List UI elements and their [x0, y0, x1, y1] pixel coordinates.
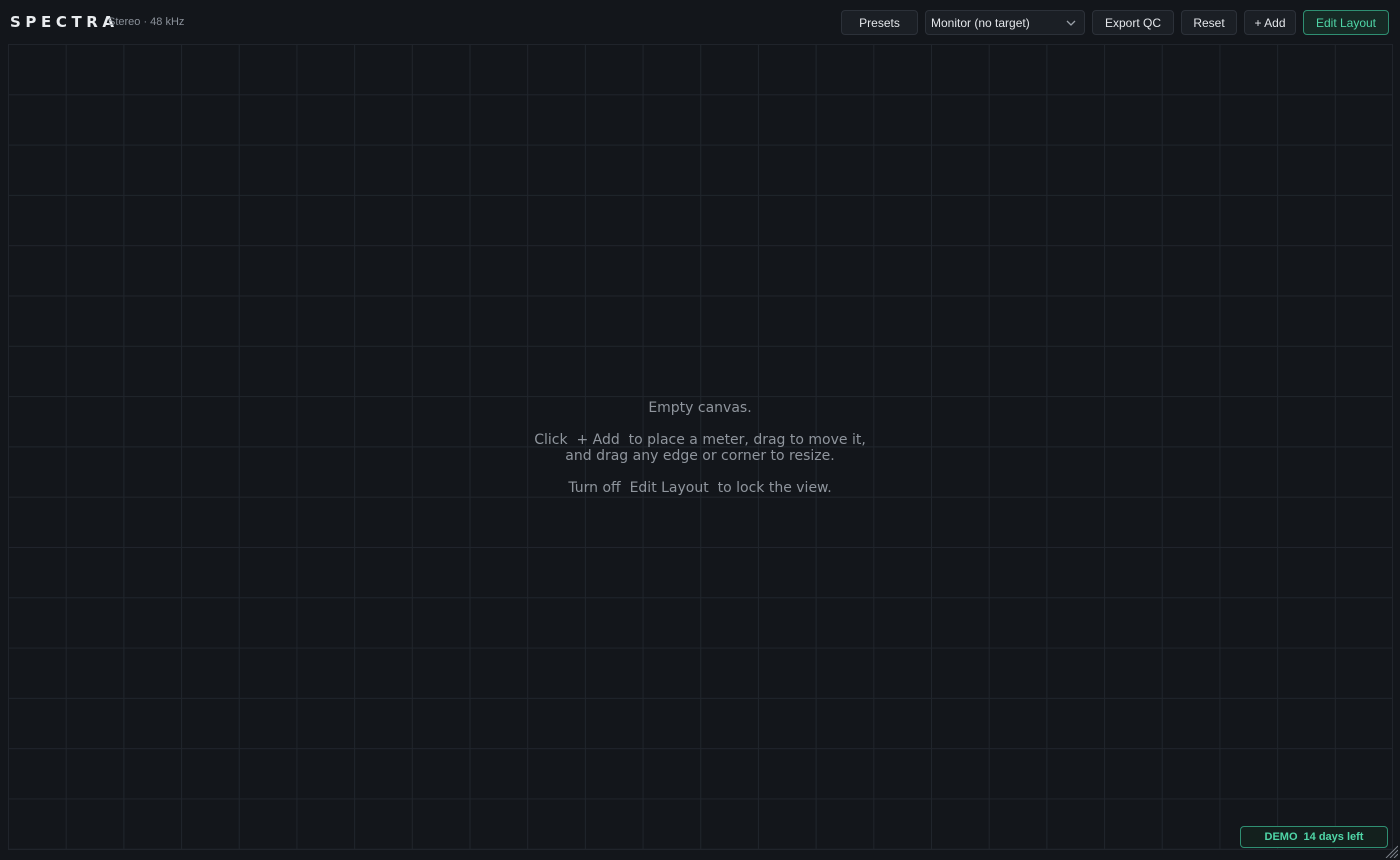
export-qc-button[interactable]: Export QC [1092, 10, 1174, 35]
edit-layout-label: Edit Layout [1315, 15, 1377, 30]
app-logo: SPECTRA [10, 13, 119, 31]
edit-layout-toggle[interactable]: Edit Layout [1303, 10, 1389, 35]
demo-label: DEMO [1264, 831, 1298, 843]
empty-canvas-hint-1: Click + Add to place a meter, drag to mo… [534, 432, 866, 448]
monitor-select[interactable]: Monitor (no target) [925, 10, 1085, 35]
empty-canvas-hint-2: and drag any edge or corner to resize. [565, 448, 835, 464]
add-label: + Add [1254, 15, 1286, 30]
add-meter-button[interactable]: + Add [1244, 10, 1296, 35]
export-qc-label: Export QC [1104, 15, 1161, 30]
empty-canvas-title: Empty canvas. [648, 400, 752, 416]
chevron-down-icon [1066, 20, 1076, 26]
empty-canvas-hint-3: Turn off Edit Layout to lock the view. [568, 480, 832, 496]
reset-label: Reset [1193, 15, 1225, 30]
presets-button[interactable]: Presets [841, 10, 918, 35]
resize-grip-icon[interactable] [1382, 842, 1398, 858]
monitor-select-value: Monitor (no target) [931, 15, 1030, 30]
presets-button-label: Presets [859, 15, 900, 30]
days-left-label: 14 days left [1303, 831, 1364, 843]
demo-badge[interactable]: DEMO 14 days left [1240, 826, 1388, 848]
toolbar: SPECTRA Stereo · 48 kHz Presets Monitor … [0, 0, 1400, 44]
reset-button[interactable]: Reset [1181, 10, 1237, 35]
app-window: SPECTRA Stereo · 48 kHz Presets Monitor … [0, 0, 1400, 860]
audio-format-label: Stereo · 48 kHz [108, 16, 185, 28]
